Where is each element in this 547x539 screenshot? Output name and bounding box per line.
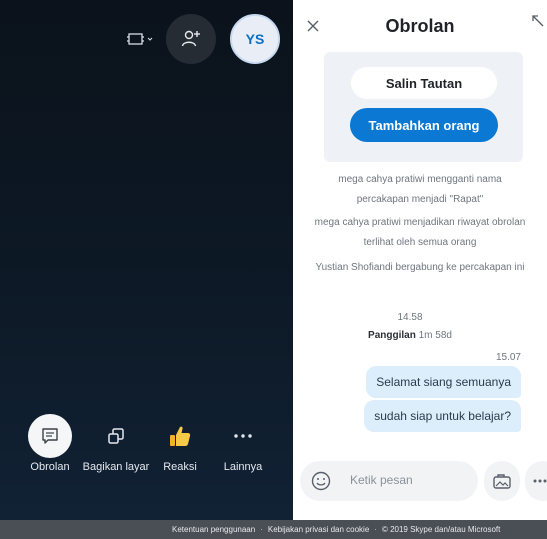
footer: Ketentuan penggunaan · Kebijakan privasi…	[0, 520, 547, 539]
add-people-button[interactable]: Tambahkan orang	[350, 108, 498, 142]
avatar-initials: YS	[245, 31, 265, 47]
chat-panel: Obrolan Salin Tautan Tambahkan orang meg…	[293, 0, 547, 520]
message-bubble[interactable]: sudah siap untuk belajar?	[364, 400, 521, 432]
more-chat-options-button[interactable]	[525, 461, 547, 501]
layout-icon	[127, 33, 153, 45]
layout-button[interactable]	[120, 26, 160, 52]
emoji-button[interactable]	[310, 470, 332, 492]
panel-title: Obrolan	[385, 16, 455, 36]
more-control-circle[interactable]	[221, 414, 265, 458]
more-dots-icon	[234, 434, 252, 438]
message-composer	[300, 461, 478, 501]
reaction-control-label: Reaksi	[163, 461, 197, 473]
timestamp: 14.58	[397, 312, 423, 323]
avatar[interactable]: YS	[230, 14, 280, 64]
more-control-label: Lainnya	[223, 461, 263, 473]
more-dots-icon	[533, 479, 547, 483]
chat-control-circle[interactable]	[28, 414, 72, 458]
add-person-button[interactable]	[166, 14, 216, 64]
terms-link[interactable]: Ketentuan penggunaan	[172, 525, 255, 534]
share-screen-control[interactable]: Bagikan layar	[81, 414, 151, 474]
call-duration: 1m 58d	[418, 330, 452, 341]
share-screen-icon	[108, 428, 124, 444]
call-label: Panggilan	[368, 330, 416, 341]
timestamp: 15.07	[495, 352, 521, 363]
footer-separator: ·	[374, 525, 377, 534]
add-person-icon	[181, 30, 200, 47]
more-control[interactable]: Lainnya	[208, 414, 278, 474]
reaction-control-circle[interactable]	[158, 414, 202, 458]
chat-control-label: Obrolan	[30, 461, 70, 473]
chat-control[interactable]: Obrolan	[15, 414, 85, 474]
invite-card: Salin Tautan Tambahkan orang	[324, 52, 523, 162]
expand-icon	[532, 15, 544, 27]
message-input[interactable]	[350, 473, 470, 487]
footer-separator: ·	[260, 525, 263, 534]
share-screen-control-label: Bagikan layar	[82, 461, 150, 473]
media-icon	[493, 474, 511, 489]
privacy-link[interactable]: Kebijakan privasi dan cookie	[268, 525, 369, 534]
message-bubble[interactable]: Selamat siang semuanya	[366, 366, 521, 398]
share-screen-control-circle[interactable]	[94, 414, 138, 458]
system-message: mega cahya pratiwi mengganti nama percak…	[338, 174, 502, 205]
emoji-icon	[311, 471, 331, 491]
call-log: Panggilan 1m 58d	[293, 330, 527, 341]
system-message: mega cahya pratiwi menjadikan riwayat ob…	[314, 217, 526, 248]
skype-call-window: YS Obrolan Bagikan layar Reaksi Lainnya …	[0, 0, 547, 539]
media-button[interactable]	[484, 461, 520, 501]
call-stage: YS Obrolan Bagikan layar Reaksi Lainnya	[0, 0, 293, 520]
copy-link-button[interactable]: Salin Tautan	[351, 67, 497, 99]
thumbs-up-icon	[170, 426, 191, 446]
copyright-text: © 2019 Skype dan/atau Microsoft	[381, 525, 501, 534]
chat-icon	[42, 428, 58, 444]
system-message: Yustian Shofiandi bergabung ke percakapa…	[315, 262, 525, 273]
expand-button[interactable]	[531, 14, 547, 34]
reaction-control[interactable]: Reaksi	[145, 414, 215, 474]
